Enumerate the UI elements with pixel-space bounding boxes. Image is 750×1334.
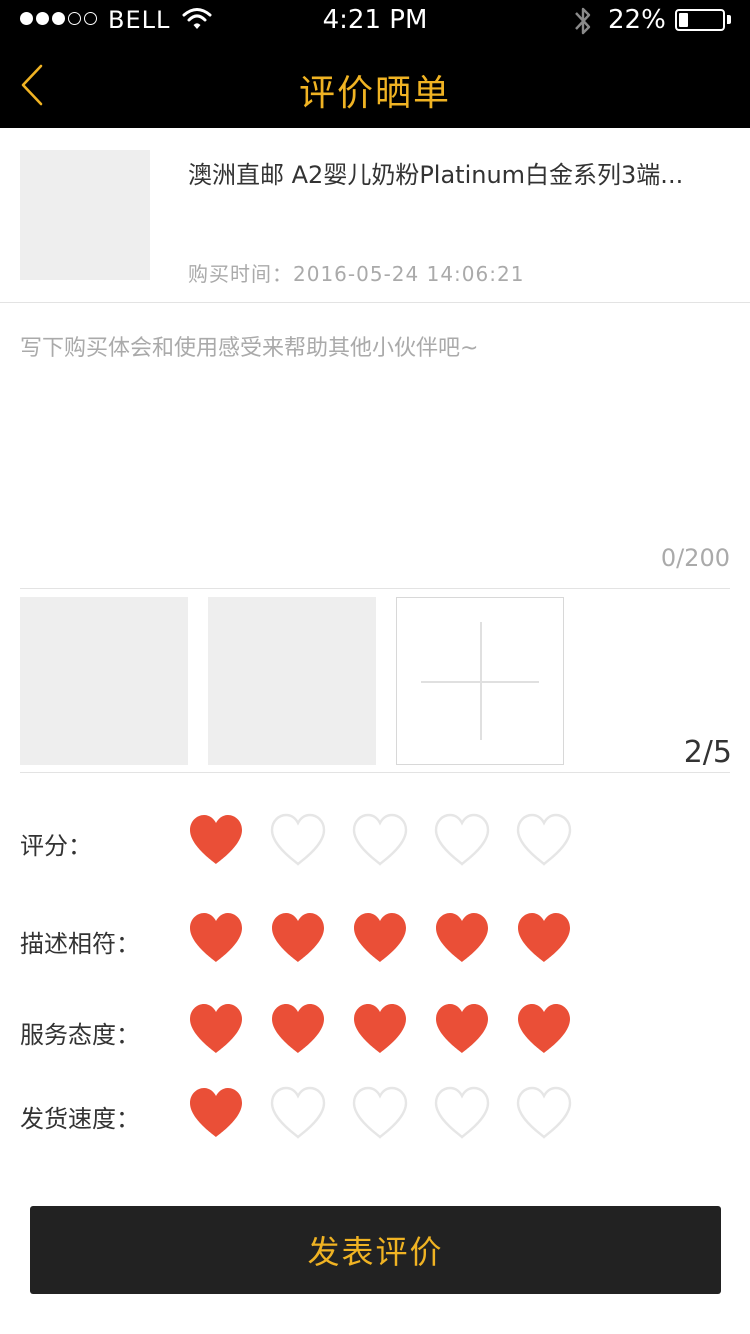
heart-filled-icon[interactable] <box>268 910 328 966</box>
page-title: 评价晒单 <box>298 73 451 114</box>
battery-icon <box>675 9 725 31</box>
heart-filled-icon[interactable] <box>186 1001 246 1057</box>
heart-outline-icon[interactable] <box>268 1085 328 1141</box>
heart-outline-icon[interactable] <box>432 1085 492 1141</box>
divider <box>0 302 750 303</box>
purchase-time: 购买时间：2016-05-24 14:06:21 <box>188 258 524 287</box>
rating-row-description: 描述相符： <box>0 910 750 970</box>
heart-filled-icon[interactable] <box>186 910 246 966</box>
review-textarea[interactable] <box>20 330 730 540</box>
heart-outline-icon[interactable] <box>350 1085 410 1141</box>
submit-review-button[interactable]: 发表评价 <box>30 1206 721 1294</box>
purchase-time-label: 购买时间： <box>188 262 293 286</box>
product-image <box>20 150 150 280</box>
rating-label: 服务态度： <box>20 1021 140 1049</box>
rating-row-service: 服务态度： <box>0 1001 750 1061</box>
battery-tip <box>727 15 731 24</box>
heart-filled-icon[interactable] <box>432 1001 492 1057</box>
battery-fill <box>679 13 688 27</box>
plus-icon <box>480 622 482 740</box>
rating-label: 评分： <box>20 832 92 860</box>
heart-filled-icon[interactable] <box>350 1001 410 1057</box>
heart-outline-icon[interactable] <box>432 812 492 868</box>
photo-count: 2/5 <box>683 735 732 770</box>
heart-filled-icon[interactable] <box>186 1085 246 1141</box>
heart-filled-icon[interactable] <box>268 1001 328 1057</box>
rating-row-overall: 评分： <box>0 812 750 872</box>
rating-label: 发货速度： <box>20 1105 140 1133</box>
heart-filled-icon[interactable] <box>186 812 246 868</box>
heart-filled-icon[interactable] <box>432 910 492 966</box>
heart-outline-icon[interactable] <box>350 812 410 868</box>
status-bar: BELL 4:21 PM 22% <box>0 0 750 40</box>
rating-row-shipping: 发货速度： <box>0 1085 750 1145</box>
rating-label: 描述相符： <box>20 930 140 958</box>
divider <box>20 772 730 773</box>
heart-outline-icon[interactable] <box>514 812 574 868</box>
battery-percent: 22% <box>608 5 666 35</box>
add-photo-button[interactable] <box>396 597 564 765</box>
heart-filled-icon[interactable] <box>514 910 574 966</box>
product-name: 澳洲直邮 A2婴儿奶粉Platinum白金系列3端... <box>188 161 684 189</box>
heart-filled-icon[interactable] <box>350 910 410 966</box>
char-count: 0/200 <box>660 544 730 572</box>
top-bar: BELL 4:21 PM 22% 评价晒单 <box>0 0 750 128</box>
heart-filled-icon[interactable] <box>514 1001 574 1057</box>
heart-outline-icon[interactable] <box>514 1085 574 1141</box>
purchase-time-value: 2016-05-24 14:06:21 <box>293 262 525 286</box>
heart-outline-icon[interactable] <box>268 812 328 868</box>
uploaded-photo[interactable] <box>20 597 188 765</box>
bluetooth-icon <box>572 4 594 42</box>
divider <box>20 588 730 589</box>
uploaded-photo[interactable] <box>208 597 376 765</box>
